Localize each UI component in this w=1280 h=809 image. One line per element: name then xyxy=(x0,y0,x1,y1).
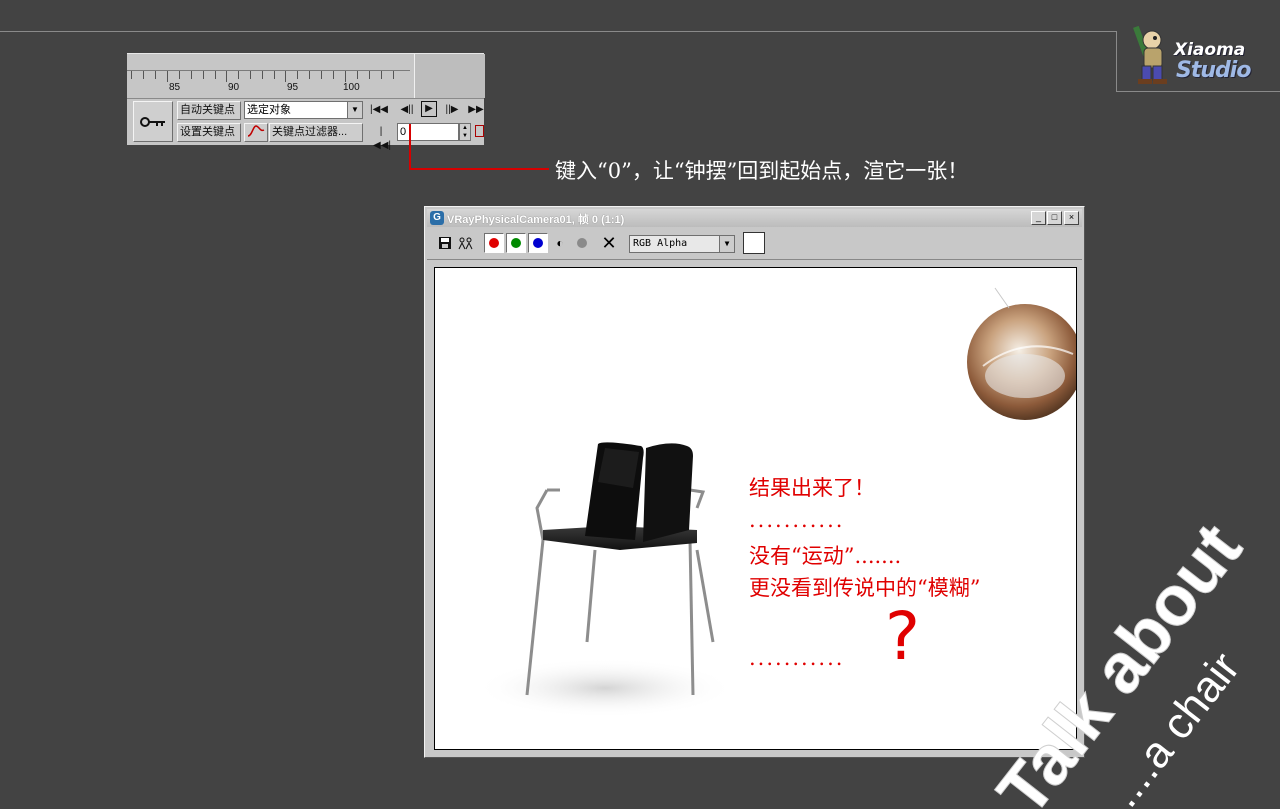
chair-back-right xyxy=(643,443,693,542)
frame-buffer-toolbar: ◐ ✕ RGB Alpha ▼ xyxy=(427,229,1082,259)
clear-image-icon[interactable]: ✕ xyxy=(599,233,619,253)
note-dots-1: ........... xyxy=(749,508,845,532)
tick xyxy=(285,71,286,82)
ruler-baseline xyxy=(127,70,410,71)
animation-controls-panel: 85 90 95 100 自动关键点 设置关键点 选定对象 ▼ 关键点过滤器..… xyxy=(127,53,485,151)
tick xyxy=(167,71,168,82)
channel-value: RGB Alpha xyxy=(633,238,688,249)
blue-channel-toggle[interactable] xyxy=(528,233,548,253)
tick xyxy=(191,71,192,79)
tick-label-85: 85 xyxy=(169,82,181,93)
note-line-3: 更没看到传说中的“模糊” xyxy=(749,576,981,600)
tick xyxy=(203,71,204,79)
toolbar-separator xyxy=(427,259,1082,260)
tick-label-100: 100 xyxy=(343,82,360,93)
callout-line-vertical xyxy=(409,124,411,169)
gray-dot-icon xyxy=(577,238,587,248)
red-channel-toggle[interactable] xyxy=(484,233,504,253)
tick xyxy=(131,71,132,79)
chevron-down-icon[interactable]: ▼ xyxy=(719,236,734,252)
app-icon: G xyxy=(430,211,444,225)
go-to-start-icon[interactable]: |◀◀ xyxy=(370,103,388,117)
note-line-1: 结果出来了！ xyxy=(749,476,875,500)
key-selection-value: 选定对象 xyxy=(247,104,291,116)
tick xyxy=(262,71,263,79)
tick xyxy=(238,71,239,79)
maximize-button[interactable]: □ xyxy=(1047,211,1062,225)
trackbar-corner xyxy=(414,54,485,98)
clone-frame-icon[interactable] xyxy=(456,233,476,253)
note-dots-2: ........... xyxy=(749,646,845,670)
play-icon[interactable]: ▶ xyxy=(421,101,437,117)
green-channel-toggle[interactable] xyxy=(506,233,526,253)
logo-text-1: Xiaoma xyxy=(1174,40,1246,60)
go-to-end-icon[interactable]: ▶▶ xyxy=(467,103,485,117)
tick xyxy=(215,71,216,79)
tick xyxy=(143,71,144,79)
save-image-icon[interactable] xyxy=(435,233,455,253)
question-mark: ? xyxy=(885,598,921,675)
blue-dot-icon xyxy=(533,238,543,248)
tick xyxy=(250,71,251,79)
green-dot-icon xyxy=(511,238,521,248)
studio-logo: Xiaoma Studio xyxy=(1124,20,1274,90)
callout-line-horizontal xyxy=(409,168,549,170)
key-filters-button[interactable]: 关键点过滤器... xyxy=(269,123,363,142)
key-mode-toggle-icon[interactable]: |◀◀| xyxy=(373,125,391,153)
set-key-mode-button[interactable]: 设置关键点 xyxy=(177,123,241,142)
tick xyxy=(393,71,394,79)
chevron-down-icon[interactable]: ▼ xyxy=(347,102,362,118)
panel-separator xyxy=(127,98,484,99)
logo-frame-left xyxy=(1116,31,1117,92)
tick-label-95: 95 xyxy=(287,82,299,93)
mono-channel-toggle[interactable] xyxy=(572,233,592,253)
color-swatch[interactable] xyxy=(743,232,765,254)
tick xyxy=(155,71,156,79)
callout-text: 键入“0”，让“钟摆”回到起始点，渲它一张！ xyxy=(555,159,969,183)
tick xyxy=(345,71,346,82)
channel-dropdown[interactable]: RGB Alpha ▼ xyxy=(629,235,735,253)
mascot-icon xyxy=(1133,25,1167,84)
tick xyxy=(357,71,358,79)
top-divider xyxy=(0,31,1116,32)
watermark-sub-text: ....a chair xyxy=(1099,643,1249,809)
tick xyxy=(226,71,227,82)
time-config-icon[interactable] xyxy=(475,125,484,137)
key-selection-dropdown[interactable]: 选定对象 ▼ xyxy=(244,101,363,119)
window-titlebar[interactable]: G VRayPhysicalCamera01, 帧 0 (1:1) _ □ × xyxy=(427,209,1082,227)
close-button[interactable]: × xyxy=(1064,211,1079,225)
tick xyxy=(381,71,382,79)
alpha-channel-icon[interactable]: ◐ xyxy=(550,233,570,253)
previous-frame-icon[interactable]: ◀|| xyxy=(398,103,416,117)
tick xyxy=(333,71,334,79)
timeline-ruler[interactable]: 85 90 95 100 xyxy=(127,54,415,98)
tick xyxy=(274,71,275,79)
curve-icon xyxy=(247,125,265,137)
tick xyxy=(297,71,298,79)
key-icon xyxy=(140,116,165,127)
tick xyxy=(321,71,322,79)
current-frame-input[interactable]: 0 xyxy=(397,123,459,141)
logo-frame-bottom xyxy=(1116,91,1280,92)
curve-editor-button[interactable] xyxy=(244,123,268,142)
tick xyxy=(309,71,310,79)
window-title: VRayPhysicalCamera01, 帧 0 (1:1) xyxy=(447,214,625,226)
tick xyxy=(369,71,370,79)
chair-shadow xyxy=(475,658,735,718)
render-frame-window: G VRayPhysicalCamera01, 帧 0 (1:1) _ □ × … xyxy=(424,206,1085,758)
set-key-button[interactable] xyxy=(133,101,173,142)
red-dot-icon xyxy=(489,238,499,248)
tick-label-90: 90 xyxy=(228,82,240,93)
note-line-2: 没有“运动”....... xyxy=(749,544,902,568)
minimize-button[interactable]: _ xyxy=(1031,211,1046,225)
render-canvas[interactable]: 结果出来了！ ........... 没有“运动”....... 更没看到传说中… xyxy=(434,267,1077,750)
tick xyxy=(179,71,180,79)
next-frame-icon[interactable]: ||▶ xyxy=(443,103,461,117)
logo-text-2: Studio xyxy=(1176,58,1251,83)
frame-spinner[interactable]: ▲ ▼ xyxy=(459,123,471,141)
auto-key-button[interactable]: 自动关键点 xyxy=(177,101,241,120)
